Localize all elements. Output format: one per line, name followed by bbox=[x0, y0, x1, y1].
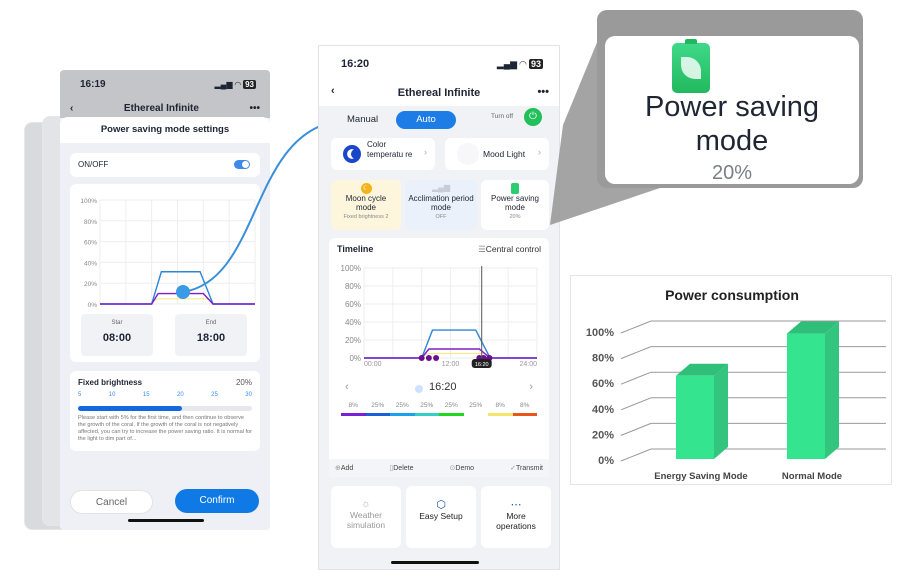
power-saving-callout: Power saving mode 20% bbox=[597, 10, 863, 188]
callout-title: Power saving mode bbox=[644, 91, 820, 157]
grid-line-depth bbox=[620, 371, 652, 385]
grid-line-depth bbox=[620, 346, 652, 360]
y-tick-label: 40% bbox=[592, 404, 614, 416]
x-tick-label: Normal Mode bbox=[782, 471, 842, 482]
y-tick-label: 20% bbox=[592, 429, 614, 441]
y-tick-label: 0% bbox=[598, 455, 614, 467]
grid-line-depth bbox=[620, 397, 652, 411]
bar-side bbox=[714, 363, 728, 459]
bar bbox=[676, 375, 714, 459]
grid-line-depth bbox=[620, 448, 652, 462]
leaf-battery-icon bbox=[672, 39, 710, 93]
callout-value: 20% bbox=[711, 162, 753, 184]
y-tick-label: 60% bbox=[592, 378, 614, 390]
grid-line-depth bbox=[620, 422, 652, 436]
power-consumption-svg: Power consumption 0% 20% 40% 60% 80% 100% Energ… bbox=[586, 287, 886, 482]
chart-title: Power consumption bbox=[665, 287, 799, 303]
grid-line-depth bbox=[620, 320, 652, 334]
power-consumption-chart: Power consumption 0% 20% 40% 60% 80% 100% Energ… bbox=[570, 275, 892, 485]
y-tick-label: 100% bbox=[586, 327, 614, 339]
x-tick-label: Energy Saving Mode bbox=[654, 471, 747, 482]
callout-card: Power saving mode 20% bbox=[605, 36, 859, 184]
y-tick-label: 80% bbox=[592, 353, 614, 365]
bar bbox=[787, 333, 825, 459]
bar-side bbox=[825, 321, 839, 459]
